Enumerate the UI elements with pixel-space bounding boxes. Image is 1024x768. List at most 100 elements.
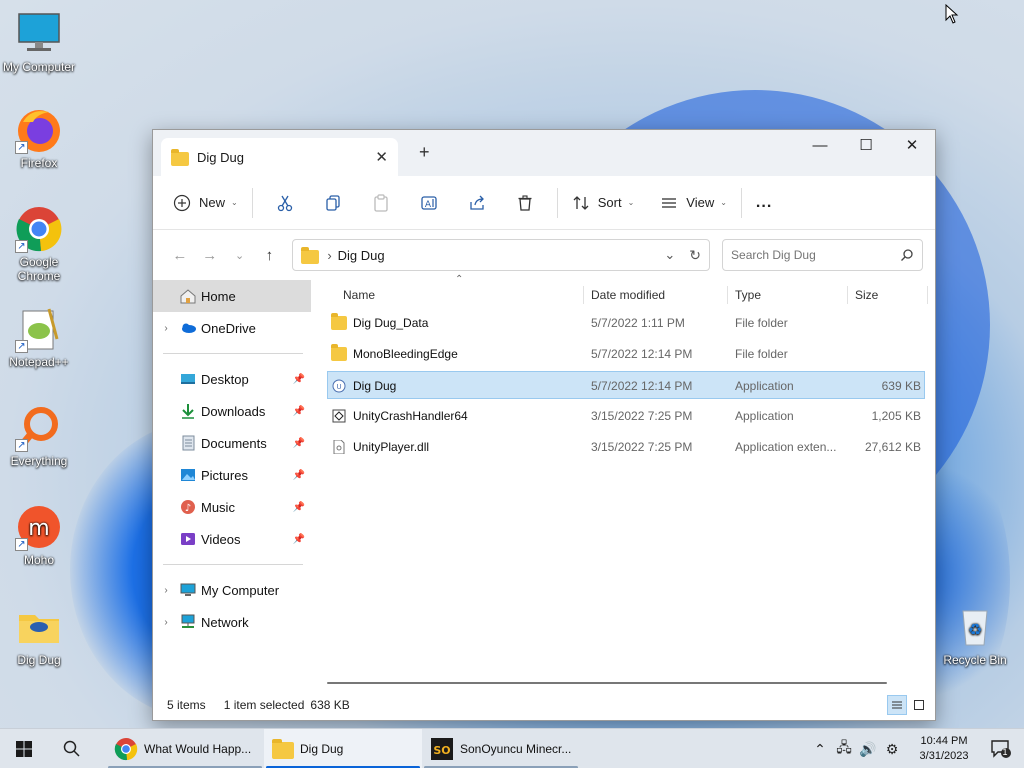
explorer-body: Home › OneDrive Desktop 📌 Downloads 📌 Do…: [153, 274, 935, 690]
desktop-icon-chrome[interactable]: ↗ Google Chrome: [0, 205, 78, 283]
desktop-icon-notepad-plus-plus[interactable]: ↗ Notepad++: [0, 305, 78, 369]
sidebar-item-my-computer[interactable]: › My Computer: [153, 574, 311, 606]
sidebar-item-desktop[interactable]: Desktop 📌: [153, 363, 311, 395]
maximize-button[interactable]: ☐: [843, 130, 889, 160]
close-window-button[interactable]: ✕: [889, 130, 935, 160]
show-hidden-icons-chevron-icon[interactable]: ⌃: [808, 741, 832, 758]
pin-icon[interactable]: 📌: [293, 502, 305, 513]
start-button[interactable]: [0, 729, 48, 768]
tab-dig-dug[interactable]: Dig Dug ✕: [161, 138, 398, 176]
desktop-icon-moho[interactable]: m ↗ Moho: [0, 503, 78, 567]
svg-text:♻: ♻: [968, 620, 982, 639]
desktop-icon-recycle-bin[interactable]: ♻ Recycle Bin: [936, 603, 1014, 667]
file-row[interactable]: Dig Dug_Data 5/7/2022 1:11 PM File folde…: [327, 309, 925, 337]
sonoyuncu-icon: SO: [431, 737, 453, 760]
back-arrow-icon[interactable]: ←: [165, 247, 195, 264]
file-name-cell: Dig Dug_Data: [331, 309, 581, 337]
sidebar-item-home[interactable]: Home: [153, 280, 311, 312]
sort-button[interactable]: Sort ⌄: [566, 186, 641, 220]
breadcrumb-dig-dug[interactable]: Dig Dug: [338, 248, 665, 263]
pin-icon[interactable]: 📌: [293, 534, 305, 545]
column-divider[interactable]: [727, 286, 728, 304]
file-size: 27,612 KB: [864, 440, 921, 454]
paste-button[interactable]: [357, 186, 405, 220]
new-button[interactable]: New ⌄: [167, 186, 244, 220]
settings-gear-icon[interactable]: ⚙: [880, 741, 904, 758]
delete-button[interactable]: [501, 186, 549, 220]
selection-size: 638 KB: [310, 698, 350, 712]
tiles-view-icon: [914, 700, 924, 710]
horizontal-scrollbar[interactable]: [327, 682, 887, 684]
forward-arrow-icon[interactable]: →: [195, 247, 225, 264]
column-header-type[interactable]: Type: [735, 280, 761, 310]
file-row[interactable]: MonoBleedingEdge 5/7/2022 12:14 PM File …: [327, 340, 925, 368]
sidebar-item-music[interactable]: ♪ Music 📌: [153, 491, 311, 523]
pin-icon[interactable]: 📌: [293, 438, 305, 449]
column-header-name[interactable]: Name: [343, 280, 375, 310]
expand-chevron-icon[interactable]: ›: [153, 585, 179, 596]
desktop-icon-firefox[interactable]: ↗ Firefox: [0, 106, 78, 170]
file-row[interactable]: UnityPlayer.dll 3/15/2022 7:25 PM Applic…: [327, 433, 925, 461]
system-tray: ⌃ 🖧 🔊 ⚙ 10:44 PM 3/31/2023 1: [808, 729, 1024, 768]
notification-center-button[interactable]: 1: [984, 739, 1024, 759]
volume-icon[interactable]: 🔊: [856, 741, 880, 758]
taskbar-search-button[interactable]: [48, 729, 96, 768]
sidebar-item-downloads[interactable]: Downloads 📌: [153, 395, 311, 427]
see-more-button[interactable]: ...: [750, 186, 778, 220]
desktop-icon-dig-dug[interactable]: Dig Dug: [0, 603, 78, 667]
pin-icon[interactable]: 📌: [293, 470, 305, 481]
taskbar: What Would Happ... Dig Dug SO SonOyuncu …: [0, 728, 1024, 768]
folder-icon: [15, 603, 63, 651]
search-input[interactable]: [731, 248, 900, 262]
recent-locations-chevron-icon[interactable]: ⌄: [225, 249, 255, 262]
sidebar-item-onedrive[interactable]: › OneDrive: [153, 312, 311, 344]
search-box[interactable]: [722, 239, 923, 271]
expand-chevron-icon[interactable]: ›: [153, 617, 179, 628]
sidebar-item-videos[interactable]: Videos 📌: [153, 523, 311, 555]
taskbar-item-chrome[interactable]: What Would Happ...: [106, 729, 264, 768]
chevron-down-icon: ⌄: [231, 198, 238, 207]
expand-chevron-icon[interactable]: ›: [153, 323, 179, 334]
refresh-icon[interactable]: ↻: [689, 247, 701, 264]
new-tab-button[interactable]: +: [419, 142, 430, 163]
column-divider[interactable]: [927, 286, 928, 304]
file-list: ⌃ Name Date modified Type Size Dig Dug_D…: [311, 274, 935, 690]
share-button[interactable]: [453, 186, 501, 220]
sidebar-item-pictures[interactable]: Pictures 📌: [153, 459, 311, 491]
pin-icon[interactable]: 📌: [293, 406, 305, 417]
desktop-icon-everything[interactable]: ↗ Everything: [0, 404, 78, 468]
view-button[interactable]: View ⌄: [654, 186, 733, 220]
sidebar-item-network[interactable]: › Network: [153, 606, 311, 638]
column-header-size[interactable]: Size: [855, 280, 878, 310]
sidebar-item-documents[interactable]: Documents 📌: [153, 427, 311, 459]
pin-icon[interactable]: 📌: [293, 374, 305, 385]
address-history-chevron-icon[interactable]: ⌄: [664, 247, 675, 263]
desktop-icon-my-computer[interactable]: My Computer: [0, 10, 78, 74]
column-header-date-modified[interactable]: Date modified: [591, 280, 665, 310]
cut-button[interactable]: [261, 186, 309, 220]
toolbar-divider: [251, 187, 253, 218]
file-row-selected[interactable]: U Dig Dug 5/7/2022 12:14 PM Application …: [327, 371, 925, 399]
column-divider[interactable]: [583, 286, 584, 304]
up-arrow-icon[interactable]: ↑: [254, 247, 284, 264]
pictures-icon: [181, 469, 195, 481]
copy-button[interactable]: [309, 186, 357, 220]
details-view-button[interactable]: [887, 695, 907, 715]
clock[interactable]: 10:44 PM 3/31/2023: [904, 734, 984, 764]
column-divider[interactable]: [847, 286, 848, 304]
network-icon[interactable]: 🖧: [832, 737, 856, 761]
rename-button[interactable]: A: [405, 186, 453, 220]
file-date: 5/7/2022 12:14 PM: [591, 347, 693, 361]
column-headers: ⌃ Name Date modified Type Size: [311, 274, 935, 310]
sidebar-item-label: Home: [201, 288, 236, 304]
taskbar-item-sonoyuncu[interactable]: SO SonOyuncu Minecr...: [422, 729, 580, 768]
close-tab-icon[interactable]: ✕: [375, 148, 388, 166]
file-type: Application: [735, 379, 794, 393]
taskbar-item-file-explorer[interactable]: Dig Dug: [264, 728, 422, 768]
address-bar[interactable]: › Dig Dug ⌄ ↻: [292, 239, 711, 271]
tiles-view-button[interactable]: [909, 695, 929, 715]
file-row[interactable]: UnityCrashHandler64 3/15/2022 7:25 PM Ap…: [327, 402, 925, 430]
minimize-button[interactable]: —: [797, 130, 843, 160]
file-name-cell: MonoBleedingEdge: [331, 340, 581, 368]
share-icon: [470, 195, 484, 210]
